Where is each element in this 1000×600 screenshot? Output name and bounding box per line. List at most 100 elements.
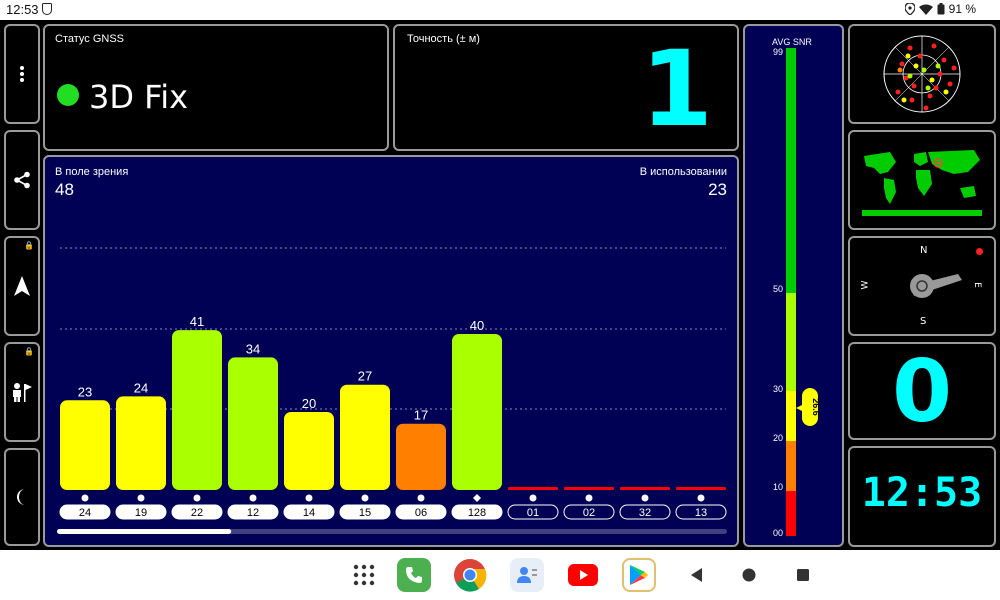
play-store-app[interactable]: [622, 558, 656, 592]
world-map-icon: [862, 150, 982, 216]
satellite-bar: [116, 396, 166, 490]
satellite-bar: [452, 334, 502, 490]
scroll-thumb: [57, 529, 232, 534]
status-bar: 12:53 91 %: [0, 0, 1000, 20]
satellite-id-label: 02: [583, 507, 595, 519]
apps-grid-icon: [353, 564, 375, 586]
satellite-bar: [172, 330, 222, 490]
menu-button[interactable]: [4, 24, 40, 124]
share-button[interactable]: [4, 130, 40, 230]
share-icon: [14, 171, 30, 189]
satellite-id-label: 24: [79, 507, 91, 519]
satellite-bar: [508, 487, 558, 490]
satellite-bars-svg: 23 24 24 19 41 22 34 12 20 14 27 15 17 06 40 128 01 02 32 1…: [57, 247, 727, 534]
home-button[interactable]: [732, 558, 766, 592]
contacts-icon: [517, 567, 537, 583]
snr-gauge-segment: [786, 293, 796, 391]
compass-panel[interactable]: N S E W: [848, 236, 996, 336]
recents-square-icon: [797, 569, 809, 581]
satellite-bar: [284, 412, 334, 490]
battery-icon: [937, 3, 945, 15]
satellite-snr-label: 41: [190, 314, 204, 329]
constellation-marker: [529, 494, 537, 502]
constellation-marker: [417, 494, 425, 502]
compass-needle-icon: [910, 274, 962, 298]
youtube-app[interactable]: [566, 558, 600, 592]
back-triangle-icon: [691, 568, 702, 582]
phone-icon: [406, 567, 422, 583]
location-icon: [904, 3, 915, 15]
avg-snr-panel: AVG SNR 99 50 30 20 10 00 26.6: [743, 24, 844, 547]
constellation-marker: [585, 494, 593, 502]
satellite-id-label: 13: [695, 507, 707, 519]
constellation-marker: [305, 494, 313, 502]
satellite-snr-label: 27: [358, 369, 372, 384]
snr-gauge-segment: [786, 48, 796, 293]
contacts-app[interactable]: [510, 558, 544, 592]
chrome-app[interactable]: [453, 558, 487, 592]
snr-tick-label: 20: [773, 433, 783, 443]
fix-indicator: [57, 84, 79, 106]
sky-plot-panel[interactable]: [848, 24, 996, 124]
world-map-panel[interactable]: [848, 130, 996, 230]
satellite-id-label: 19: [135, 507, 147, 519]
used-satellites-value: 0: [892, 342, 952, 440]
gnss-fix-value: 3D Fix: [89, 78, 189, 116]
used-satellites-panel: 0: [848, 342, 996, 440]
accuracy-value: 1: [640, 28, 713, 150]
snr-tick-label: 10: [773, 482, 783, 492]
satellite-id-label: 32: [639, 507, 651, 519]
satellite-id-label: 128: [468, 507, 486, 519]
accuracy-title: Точность (± м): [407, 33, 480, 45]
constellation-marker: [361, 494, 369, 502]
status-right: 91 %: [904, 2, 976, 16]
snr-tick-label: 50: [773, 284, 783, 294]
phone-app[interactable]: [397, 558, 431, 592]
satellite-bar: [228, 357, 278, 490]
clock-value: 12:53: [861, 470, 983, 516]
snr-gauge-segment: [786, 491, 796, 536]
back-button[interactable]: [680, 558, 714, 592]
lock-icon: 🔒: [24, 241, 34, 250]
navigation-arrow-icon: [14, 276, 30, 296]
recents-button[interactable]: [786, 558, 820, 592]
constellation-marker: [697, 494, 705, 502]
satellite-bar: [620, 487, 670, 490]
constellation-marker: [641, 494, 649, 502]
apps-grid-button[interactable]: [347, 558, 381, 592]
navigation-button[interactable]: 🔒: [4, 236, 40, 336]
home-circle-icon: [742, 568, 756, 582]
moon-icon: [17, 489, 25, 505]
snr-gauge-segment: [786, 391, 796, 441]
clock-panel: 12:53: [848, 446, 996, 547]
snr-tick-label: 99: [773, 47, 783, 57]
constellation-marker: [473, 494, 481, 502]
constellation-marker: [81, 494, 89, 502]
app-screen: 12:53 91 % 🔒 🔒 Статус GNSS 3D Fix Точнос…: [0, 0, 1000, 600]
tracking-button[interactable]: 🔒: [4, 342, 40, 442]
gnss-status-panel: Статус GNSS 3D Fix: [43, 24, 389, 151]
satellite-bar: [564, 487, 614, 490]
youtube-icon: [568, 564, 598, 586]
satellite-snr-label: 34: [246, 341, 260, 356]
wifi-icon: [918, 4, 933, 15]
satellite-id-label: 22: [191, 507, 203, 519]
snr-tick-label: 00: [773, 528, 783, 538]
night-mode-button[interactable]: [4, 448, 40, 546]
constellation-marker: [193, 494, 201, 502]
snr-value-label: 26.6: [811, 398, 821, 416]
satellite-snr-label: 20: [302, 396, 316, 411]
satellite-bar: [60, 400, 110, 490]
satellite-id-label: 14: [303, 507, 315, 519]
battery-level: 91 %: [948, 2, 976, 16]
satellite-snr-label: 17: [414, 408, 428, 423]
lock-icon: 🔒: [24, 347, 34, 356]
person-flag-icon: [13, 383, 32, 402]
taskbar: [0, 550, 1000, 600]
snr-gauge-segment: [786, 441, 796, 491]
satellite-snr-label: 24: [134, 380, 148, 395]
play-store-icon: [630, 565, 648, 585]
accuracy-panel: Точность (± м) 1: [393, 24, 739, 151]
status-time: 12:53: [6, 2, 39, 17]
more-vert-icon: [20, 66, 24, 82]
